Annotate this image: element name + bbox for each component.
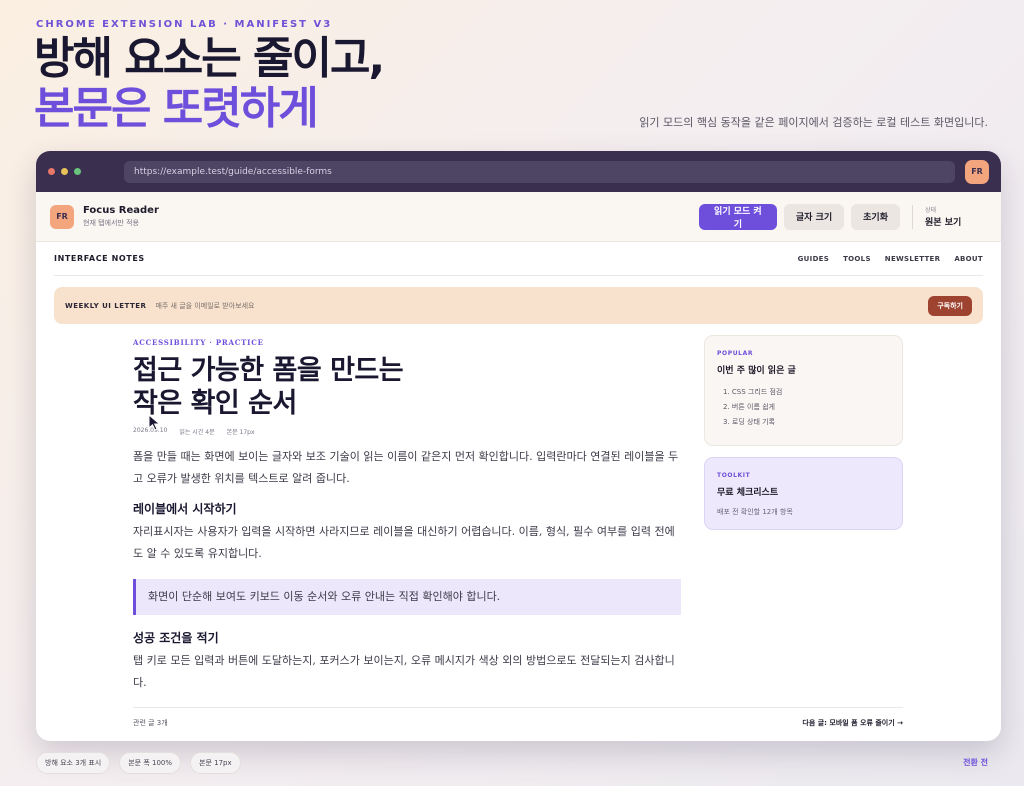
nav-link-newsletter[interactable]: NEWSLETTER (885, 255, 941, 263)
hero-eyebrow: CHROME EXTENSION LAB · MANIFEST V3 (36, 19, 333, 30)
site-logo[interactable]: INTERFACE NOTES (54, 254, 145, 263)
toolkit-title: 무료 체크리스트 (717, 488, 779, 498)
article-paragraph-3: 탭 키로 모든 입력과 버튼에 도달하는지, 포커스가 보이는지, 오류 메시지… (133, 654, 675, 689)
window-controls (48, 168, 124, 175)
switch-state: 전환 전 (963, 758, 988, 767)
hero-title-line2: 본문은 또렷하게 (34, 83, 319, 134)
article-paragraph-1: 폼을 만들 때는 화면에 보이는 글자와 보조 기술이 읽는 이름이 같은지 먼… (133, 450, 679, 485)
address-bar[interactable]: https://example.test/guide/accessible-fo… (124, 160, 955, 183)
maximize-window-dot[interactable] (74, 168, 81, 175)
extension-name: Focus Reader (83, 205, 159, 216)
browser-toolbar: https://example.test/guide/accessible-fo… (36, 151, 1001, 192)
chip-body-size: 본문 17px (190, 752, 241, 774)
newsletter-title: WEEKLY UI LETTER (65, 301, 147, 310)
article-body-size: 본문 17px (226, 429, 255, 436)
nav-link-about[interactable]: ABOUT (954, 255, 983, 263)
extension-logo: FR (50, 204, 74, 229)
site-nav-links: GUIDES TOOLS NEWSLETTER ABOUT (798, 255, 983, 263)
status-label: 상태 (925, 207, 937, 214)
toolkit-subtitle: 배포 전 확인할 12개 항목 (717, 508, 793, 516)
popular-list: 1. CSS 그리드 점검 2. 버튼 이름 쉽게 3. 로딩 상태 기록 (717, 385, 890, 430)
toolbar-divider (912, 204, 913, 229)
chip-distractions: 방해 요소 3개 표시 (36, 752, 111, 774)
popular-item[interactable]: 2. 버튼 이름 쉽게 (717, 400, 890, 415)
article-title-line1: 접근 가능한 폼을 만드는 (133, 355, 404, 386)
popular-title: 이번 주 많이 읽은 글 (717, 366, 796, 376)
article-footer: 관련 글 3개 다음 글: 모바일 폼 오류 줄이기 → (133, 707, 903, 728)
status-block: 상태 원본 보기 (925, 205, 987, 228)
popular-eyebrow: POPULAR (717, 350, 754, 357)
popular-item[interactable]: 3. 로딩 상태 기록 (717, 415, 890, 430)
popular-item[interactable]: 1. CSS 그리드 점검 (717, 385, 890, 400)
extension-panel: FR Focus Reader 현재 탭에서만 적용 읽기 모드 켜기 글자 크… (36, 192, 1001, 242)
popular-card: POPULAR 이번 주 많이 읽은 글 1. CSS 그리드 점검 2. 버튼… (704, 335, 903, 446)
status-value: 원본 보기 (925, 218, 962, 228)
status-chips: 방해 요소 3개 표시 본문 폭 100% 본문 17px (36, 752, 241, 774)
hero-description: 읽기 모드의 핵심 동작을 같은 페이지에서 검증하는 로컬 테스트 화면입니다… (639, 116, 988, 129)
newsletter-description: 매주 새 글을 이메일로 받아보세요 (155, 301, 255, 310)
mouse-cursor-icon (148, 414, 161, 431)
close-window-dot[interactable] (48, 168, 55, 175)
toolkit-card[interactable]: TOOLKIT 무료 체크리스트 배포 전 확인할 12개 항목 (704, 457, 903, 530)
article-heading-2: 성공 조건을 적기 (133, 631, 219, 645)
extension-identity: Focus Reader 현재 탭에서만 적용 (83, 205, 159, 228)
subscribe-button[interactable]: 구독하기 (928, 295, 972, 316)
site-header: INTERFACE NOTES GUIDES TOOLS NEWSLETTER … (54, 242, 983, 276)
article-paragraph-2: 자리표시자는 사용자가 입력을 시작하면 사라지므로 레이블을 대신하기 어렵습… (133, 525, 675, 560)
nav-link-tools[interactable]: TOOLS (843, 255, 871, 263)
article: ACCESSIBILITY · PRACTICE 접근 가능한 폼을 만드는 작… (133, 338, 681, 694)
extension-subtitle: 현재 탭에서만 적용 (83, 219, 139, 227)
reset-button[interactable]: 초기화 (851, 203, 900, 230)
hero-title: 방해 요소는 줄이고, 본문은 또렷하게 (34, 33, 385, 134)
reading-mode-button[interactable]: 읽기 모드 켜기 (698, 203, 777, 230)
article-eyebrow: ACCESSIBILITY · PRACTICE (133, 338, 264, 347)
font-size-button[interactable]: 글자 크기 (783, 203, 845, 230)
next-article-link[interactable]: 다음 글: 모바일 폼 오류 줄이기 → (802, 718, 903, 728)
article-heading-1: 레이블에서 시작하기 (133, 502, 237, 516)
article-meta: 2026.09.10 읽는 시간 4분 본문 17px (133, 427, 681, 436)
chip-body-width: 본문 폭 100% (119, 752, 182, 774)
article-read-time: 읽는 시간 4분 (179, 429, 215, 436)
related-articles-count: 관련 글 3개 (133, 719, 168, 727)
newsletter-banner: WEEKLY UI LETTER 매주 새 글을 이메일로 받아보세요 구독하기 (54, 287, 983, 324)
minimize-window-dot[interactable] (61, 168, 68, 175)
article-callout: 화면이 단순해 보여도 키보드 이동 순서와 오류 안내는 직접 확인해야 합니… (133, 579, 681, 615)
browser-window: https://example.test/guide/accessible-fo… (36, 151, 1001, 741)
extension-toolbar-icon[interactable]: FR (965, 159, 989, 184)
toolkit-eyebrow: TOOLKIT (717, 472, 751, 479)
hero-title-line1: 방해 요소는 줄이고, (34, 33, 385, 84)
nav-link-guides[interactable]: GUIDES (798, 255, 829, 263)
article-title: 접근 가능한 폼을 만드는 작은 확인 순서 (133, 354, 681, 420)
